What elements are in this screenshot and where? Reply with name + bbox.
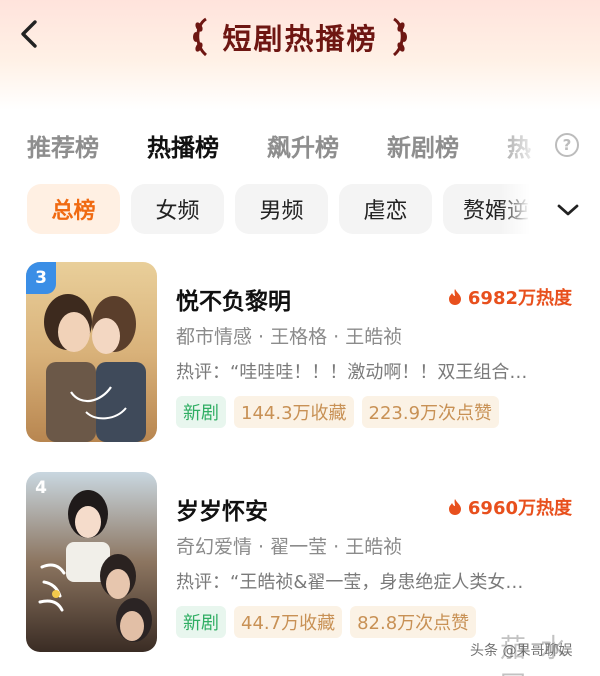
tab-new[interactable]: 新剧榜: [387, 128, 459, 163]
page-title: 短剧热播榜: [222, 22, 378, 56]
drama-review: 热评：“哇哇哇！！！激动啊！！双王组合…: [176, 362, 528, 383]
tab-hot[interactable]: 热播榜: [147, 128, 219, 163]
rank-badge: 4: [35, 478, 47, 498]
rank-badge: 3: [26, 262, 56, 294]
heat-value: 6982万热度: [467, 288, 572, 309]
tab-recommended[interactable]: 推荐榜: [27, 128, 99, 163]
drama-meta: 都市情感 · 王格格 · 王皓祯: [176, 326, 403, 348]
heat-value: 6960万热度: [467, 498, 572, 519]
drama-tags: 新剧 44.7万收藏 82.8万次点赞: [176, 606, 477, 638]
expand-chips-button[interactable]: [550, 192, 586, 228]
likes-tag: 223.9万次点赞: [361, 396, 500, 428]
flame-icon: [448, 289, 461, 305]
drama-title[interactable]: 悦不负黎明: [176, 282, 291, 316]
drama-poster[interactable]: 3: [26, 262, 157, 442]
drama-meta: 奇幻爱情 · 翟一莹 · 王皓祯: [176, 536, 403, 558]
category-chips: 总榜 女频 男频 虐恋 赘婿逆: [0, 184, 600, 236]
drama-review: 热评：“王皓祯&翟一莹，身患绝症人类女…: [176, 572, 524, 593]
laurel-right-icon: [392, 17, 407, 57]
heat-indicator: 6982万热度: [448, 284, 572, 310]
drama-poster[interactable]: 4: [26, 472, 157, 652]
help-icon[interactable]: ?: [555, 133, 579, 157]
drama-card[interactable]: 3 悦不负黎明 6982万热度 都市情感 · 王格格 · 王皓祯 热评：“哇哇哇…: [0, 262, 600, 452]
favorites-tag: 44.7万收藏: [234, 606, 343, 638]
new-tag: 新剧: [176, 606, 226, 638]
tab-rising[interactable]: 飙升榜: [267, 128, 339, 163]
favorites-tag: 144.3万收藏: [234, 396, 354, 428]
title-bar: 短剧热播榜: [0, 12, 600, 62]
chip-all[interactable]: 总榜: [27, 184, 120, 234]
drama-title[interactable]: 岁岁怀安: [176, 492, 268, 526]
watermark-text: 头条 @果哥聊娱: [470, 643, 573, 659]
laurel-left-icon: [193, 17, 208, 57]
flame-icon: [448, 499, 461, 515]
new-tag: 新剧: [176, 396, 226, 428]
chevron-down-icon: [557, 204, 579, 216]
tabs-fade: [490, 122, 550, 168]
drama-tags: 新剧 144.3万收藏 223.9万次点赞: [176, 396, 500, 428]
chip-sad-romance[interactable]: 虐恋: [339, 184, 432, 234]
chip-male[interactable]: 男频: [235, 184, 328, 234]
ranking-tabs: 推荐榜 热播榜 飙升榜 新剧榜 热 ?: [0, 122, 600, 168]
likes-tag: 82.8万次点赞: [350, 606, 477, 638]
heat-indicator: 6960万热度: [448, 494, 572, 520]
header: 短剧热播榜: [0, 0, 600, 80]
chip-female[interactable]: 女频: [131, 184, 224, 234]
